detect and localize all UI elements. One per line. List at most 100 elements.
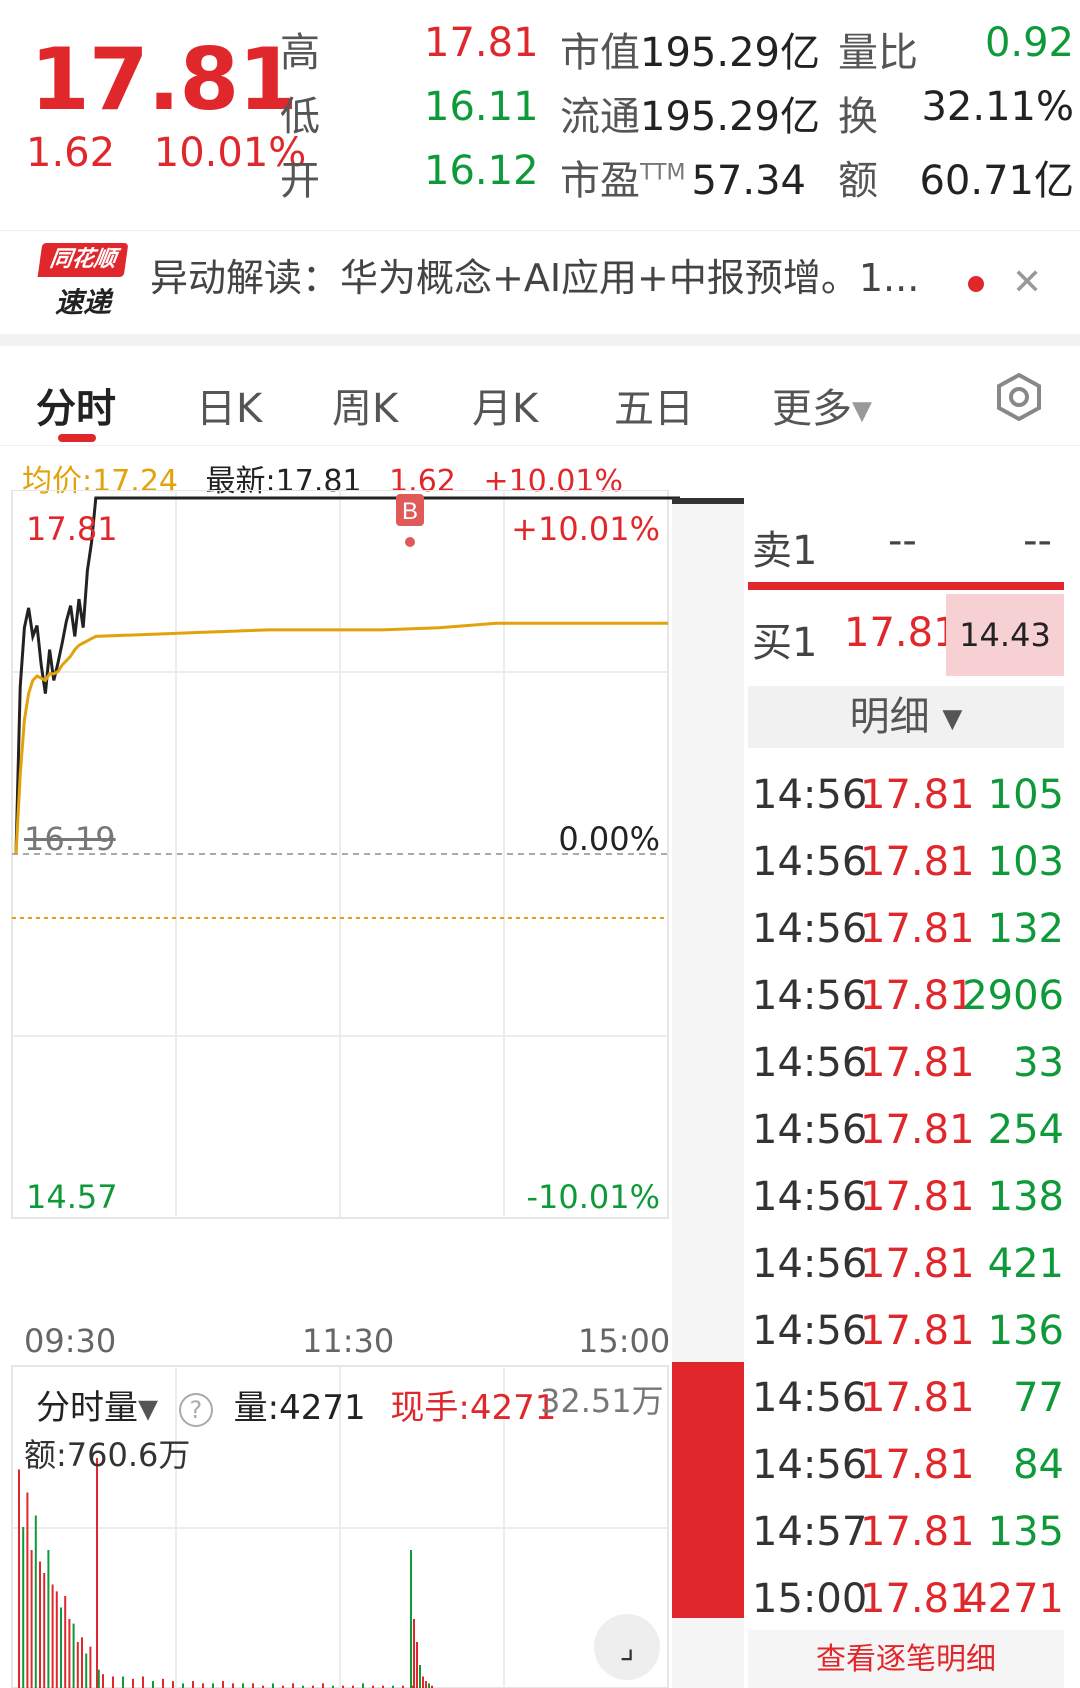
market-cap: 市值195.29亿 (560, 30, 820, 76)
trade-volume: 138 (987, 1174, 1064, 1220)
volume-bar (43, 1573, 46, 1688)
trade-row: 14:57 17.81 135 (748, 1499, 1064, 1566)
sell-1-row: 卖1 -- -- (752, 518, 1052, 574)
trade-time: 14:56 (752, 772, 868, 818)
volume-bar (51, 1584, 54, 1688)
close-icon[interactable]: ✕ (1012, 262, 1042, 303)
trade-volume: 2906 (962, 973, 1064, 1019)
volume-bar (102, 1674, 104, 1688)
trade-volume: 135 (987, 1509, 1064, 1555)
trade-volume: 33 (1013, 1040, 1064, 1086)
volume-bar (182, 1683, 184, 1688)
trade-list: 14:56 17.81 105 14:56 17.81 103 14:56 17.81 132 1… (748, 762, 1064, 1633)
volume-bar (60, 1607, 62, 1688)
limit-up-bar (748, 582, 1064, 590)
trade-price: 17.81 (860, 1040, 975, 1086)
volume-bar (18, 1469, 20, 1688)
volume-bar (410, 1550, 412, 1688)
trade-time: 14:56 (752, 1375, 868, 1421)
volume-bar (22, 1527, 25, 1688)
trade-row: 14:56 17.81 136 (748, 1298, 1064, 1365)
trade-row: 14:56 17.81 103 (748, 829, 1064, 896)
trade-price: 17.81 (860, 772, 975, 818)
float-cap: 流通195.29亿 (560, 94, 820, 140)
volume-bar (89, 1646, 92, 1688)
y-left-bottom-label: 14.57 (26, 1178, 118, 1216)
open-value: 16.12 (424, 148, 539, 194)
volume-bar (292, 1683, 294, 1688)
amount-label: 额 (838, 158, 878, 204)
trade-volume: 84 (1013, 1442, 1064, 1488)
volume-bar (142, 1676, 144, 1688)
volume-selector[interactable]: 分时量▼ (36, 1388, 158, 1428)
volume-bar-highlight (672, 1362, 744, 1618)
volume-bar (30, 1550, 33, 1688)
volume-bar (222, 1681, 224, 1688)
tab-daily-k[interactable]: 日K (196, 376, 262, 434)
trade-price: 17.81 (860, 839, 975, 885)
trade-row: 14:56 17.81 2906 (748, 963, 1064, 1030)
volume-bar (362, 1683, 364, 1688)
series-line-price (14, 496, 668, 855)
volume-value: 量:4271 (233, 1388, 366, 1428)
volume-header: 分时量▼ ? 量:4271 现手:4271 (36, 1380, 556, 1429)
trade-row: 15:00 17.81 4271 (748, 1566, 1064, 1633)
volume-bar (162, 1678, 164, 1688)
volume-panel: 分时量▼ ? 量:4271 现手:4271 32.51万 额:760.6万 (0, 1364, 680, 1688)
volume-bar (96, 1458, 98, 1688)
fullscreen-icon[interactable]: ⌟ (594, 1614, 660, 1680)
volume-bar (413, 1619, 415, 1688)
trade-volume: 136 (987, 1308, 1064, 1354)
news-text[interactable]: 异动解读：华为概念+AI应用+中报预增。1... (150, 247, 919, 302)
section-divider (0, 334, 1080, 346)
trade-volume: 132 (987, 906, 1064, 952)
trade-time: 14:57 (752, 1509, 868, 1555)
volume-bar (76, 1642, 79, 1688)
y-right-top-label: +10.01% (511, 510, 660, 548)
trade-volume: 77 (1013, 1375, 1064, 1421)
detail-dropdown[interactable]: 明细 ▼ (748, 686, 1064, 748)
view-tick-details-link[interactable]: 查看逐笔明细 (748, 1630, 1064, 1688)
tab-monthly-k[interactable]: 月K (472, 376, 538, 434)
volume-bar (34, 1515, 37, 1688)
trade-row: 14:56 17.81 254 (748, 1097, 1064, 1164)
chart-tabs: 分时 日K 周K 月K 五日 更多▼ (0, 346, 1080, 446)
trade-time: 14:56 (752, 1442, 868, 1488)
volume-bar (252, 1683, 254, 1688)
volume-bar (72, 1623, 75, 1688)
trade-volume: 103 (987, 839, 1064, 885)
tab-intraday[interactable]: 分时 (36, 376, 116, 434)
tab-weekly-k[interactable]: 周K (332, 376, 398, 434)
question-icon[interactable]: ? (178, 1392, 213, 1427)
trade-price: 17.81 (860, 1241, 975, 1287)
tab-more[interactable]: 更多▼ (772, 376, 872, 434)
volume-bar (425, 1681, 427, 1688)
low-label: 低 (280, 94, 320, 140)
volume-bar (132, 1678, 134, 1688)
dropdown-triangle-icon: ▼ (852, 396, 872, 426)
trade-price: 17.81 (860, 1107, 975, 1153)
volume-amount: 额:760.6万 (24, 1436, 191, 1474)
time-axis: 09:30 11:30 15:00 (0, 1320, 680, 1366)
volume-ratio-label: 量比 (838, 30, 918, 76)
quote-header: 17.81 1.62 10.01% 高 17.81 低 16.11 开 16.1… (0, 0, 1080, 230)
buy-1-row: 买1 17.81 14.43万 (748, 594, 1064, 736)
volume-max-label: 32.51万 (540, 1382, 664, 1420)
volume-bar (55, 1591, 58, 1688)
trade-price: 17.81 (860, 1576, 975, 1622)
y-right-bottom-label: -10.01% (526, 1178, 660, 1216)
low-value: 16.11 (424, 84, 539, 130)
trade-row: 14:56 17.81 33 (748, 1030, 1064, 1097)
volume-ratio-value: 0.92 (984, 20, 1074, 66)
trade-price: 17.81 (860, 1509, 975, 1555)
open-label: 开 (280, 158, 320, 204)
chart-side-strip (672, 498, 744, 1688)
settings-hexagon-icon[interactable] (994, 372, 1044, 422)
time-tick-close: 15:00 (578, 1322, 671, 1360)
news-strip[interactable]: 同花顺 速递 异动解读：华为概念+AI应用+中报预增。1... (0, 230, 1080, 330)
trade-time: 14:56 (752, 1107, 868, 1153)
tab-five-day[interactable]: 五日 (614, 376, 694, 434)
time-tick-noon: 11:30 (302, 1322, 395, 1360)
volume-bar (112, 1676, 114, 1688)
intraday-chart[interactable]: B 17.81 16.19 14.57 +10.01% 0.00% -10.01… (0, 489, 740, 1320)
